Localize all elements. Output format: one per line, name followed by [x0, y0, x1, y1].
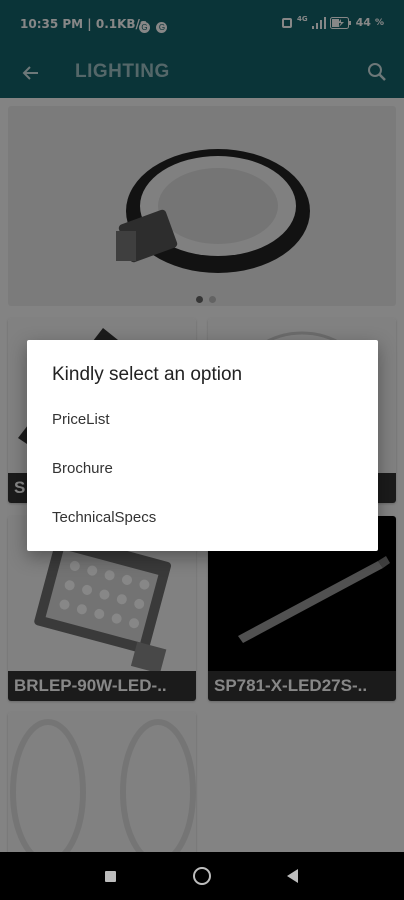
option-brochure[interactable]: Brochure — [27, 445, 378, 493]
system-nav-bar — [0, 852, 404, 900]
dialog-title: Kindly select an option — [52, 364, 243, 385]
option-pricelist[interactable]: PriceList — [27, 396, 378, 444]
system-back-button[interactable] — [287, 869, 298, 883]
option-dialog: Kindly select an option PriceList Brochu… — [27, 340, 378, 551]
option-technical-specs[interactable]: TechnicalSpecs — [27, 494, 378, 542]
home-button[interactable] — [193, 867, 211, 885]
recent-apps-button[interactable] — [105, 871, 116, 882]
